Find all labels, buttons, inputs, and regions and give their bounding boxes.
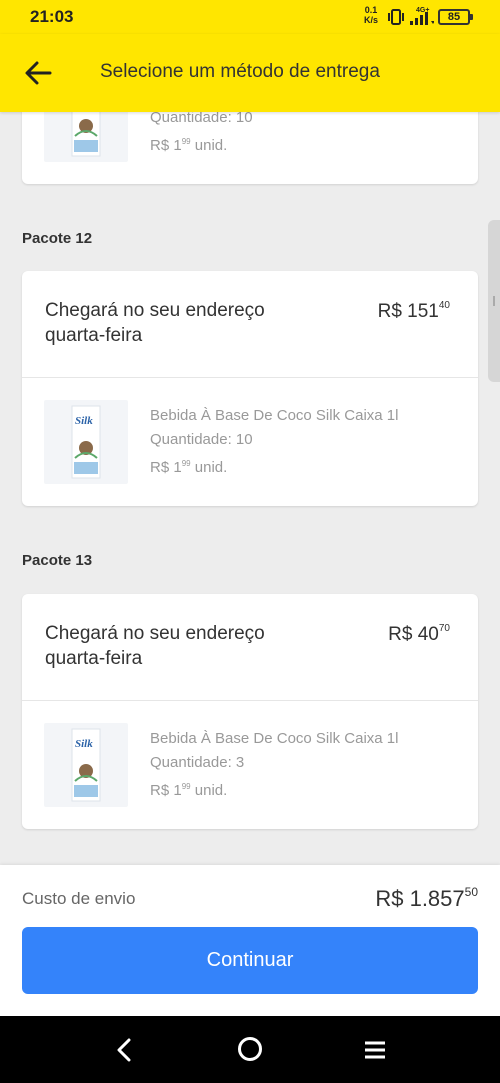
back-icon[interactable]	[110, 1036, 138, 1064]
product-unit-price: R$ 199 unid.	[150, 459, 228, 476]
page-title: Selecione um método de entrega	[100, 61, 380, 82]
package-card[interactable]: Chegará no seu endereço quarta-feira R$ …	[22, 271, 478, 506]
delivery-price: R$ 4070	[388, 623, 450, 645]
delivery-description: Chegará no seu endereço quarta-feira	[45, 623, 265, 669]
checkout-footer: Custo de envio R$ 1.85750 Continuar	[0, 865, 500, 1016]
product-quantity: Quantidade: 10	[150, 431, 253, 448]
package-card-previous: Silk Quantidade: 10 R$ 199 unid.	[22, 112, 478, 184]
shipping-cost-label: Custo de envio	[22, 889, 136, 908]
product-name: Bebida À Base De Coco Silk Caixa 1l	[150, 407, 399, 424]
product-item: Silk Bebida À Base De Coco Silk Caixa 1l…	[22, 378, 478, 506]
scroll-grip-icon	[493, 296, 495, 306]
package-card[interactable]: Chegará no seu endereço quarta-feira R$ …	[22, 594, 478, 829]
product-image: Silk	[44, 112, 128, 162]
delivery-option[interactable]: Chegará no seu endereço quarta-feira R$ …	[22, 594, 478, 701]
app-header: Selecione um método de entrega	[0, 34, 500, 112]
back-button[interactable]	[22, 58, 56, 88]
signal-icon: 4G+	[408, 6, 435, 33]
product-name: Bebida À Base De Coco Silk Caixa 1l	[150, 730, 399, 747]
vibrate-icon	[388, 9, 404, 25]
scrollbar-thumb[interactable]	[488, 220, 500, 382]
network-speed-value: 0.1	[364, 5, 378, 15]
status-time: 21:03	[30, 7, 74, 26]
product-unit-price: R$ 199 unid.	[150, 137, 228, 154]
product-image: Silk	[44, 400, 128, 484]
delivery-description: Chegará no seu endereço quarta-feira	[45, 300, 265, 346]
delivery-option[interactable]: Chegará no seu endereço quarta-feira R$ …	[22, 271, 478, 378]
product-quantity: Quantidade: 3	[150, 754, 245, 771]
product-quantity: Quantidade: 10	[150, 112, 253, 126]
arrow-left-icon	[25, 61, 52, 85]
delivery-price: R$ 15140	[377, 300, 450, 322]
package-title: Pacote 12	[22, 230, 93, 247]
product-item: Silk Quantidade: 10 R$ 199 unid.	[22, 112, 478, 184]
product-unit-price: R$ 199 unid.	[150, 782, 228, 799]
home-icon[interactable]	[238, 1037, 262, 1061]
product-image: Silk	[44, 723, 128, 807]
package-title: Pacote 13	[22, 552, 93, 569]
network-speed-unit: K/s	[364, 15, 379, 25]
system-nav-bar	[0, 1016, 500, 1083]
status-bar: 21:03 0.1 K/s 4G+ 85	[0, 0, 500, 34]
battery-icon: 85	[438, 9, 473, 25]
svg-text:Silk: Silk	[75, 415, 93, 427]
menu-icon[interactable]	[364, 1040, 386, 1060]
continue-button[interactable]: Continuar	[22, 927, 478, 994]
package-list[interactable]: Silk Quantidade: 10 R$ 199 unid. Pacote …	[0, 112, 500, 865]
shipping-cost-value: R$ 1.85750	[375, 885, 478, 911]
product-item: Silk Bebida À Base De Coco Silk Caixa 1l…	[22, 701, 478, 829]
svg-text:Silk: Silk	[75, 738, 93, 750]
network-speed: 0.1 K/s	[364, 5, 378, 25]
